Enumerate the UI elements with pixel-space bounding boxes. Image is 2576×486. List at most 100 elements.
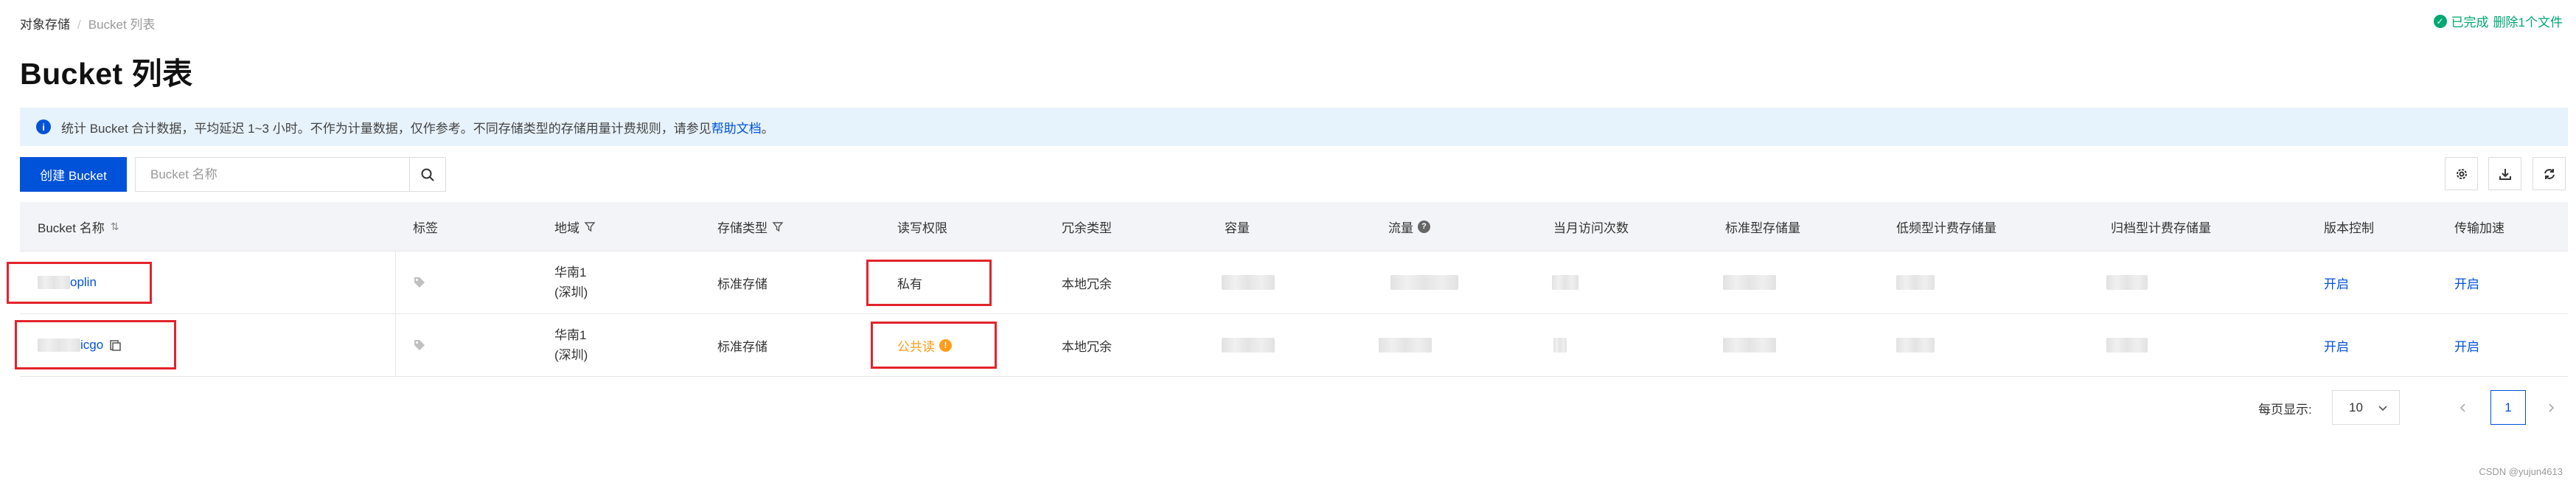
filter-icon[interactable] bbox=[584, 221, 596, 232]
column-traffic: 流量? bbox=[1388, 202, 1430, 251]
column-divider bbox=[395, 251, 396, 375]
help-icon[interactable]: ? bbox=[1418, 220, 1430, 233]
info-icon: i bbox=[36, 119, 51, 134]
info-notice: i 统计 Bucket 合计数据，平均延迟 1~3 小时。不作为计量数据，仅作参… bbox=[20, 108, 2568, 146]
infrequent-storage-cell bbox=[1896, 314, 1935, 376]
tag-button[interactable] bbox=[413, 314, 426, 376]
next-page-button[interactable] bbox=[2540, 390, 2562, 425]
acceleration-toggle[interactable]: 开启 bbox=[2454, 314, 2479, 376]
success-check-icon: ✓ bbox=[2433, 14, 2447, 28]
tag-icon bbox=[413, 276, 426, 289]
gear-icon bbox=[2456, 168, 2467, 179]
page-size-label: 每页显示: bbox=[2258, 403, 2312, 417]
acl-cell: 私有 bbox=[897, 277, 922, 291]
prev-page-button[interactable] bbox=[2452, 390, 2474, 425]
redacted-prefix bbox=[38, 339, 80, 352]
watermark: CSDN @yujun4613 bbox=[2479, 466, 2563, 477]
table-header: Bucket 名称 ⇅ 标签 地域 存储类型 读写权限 冗余类型 容量 流量? 当… bbox=[20, 202, 2568, 251]
help-doc-link[interactable]: 帮助文档 bbox=[711, 118, 762, 136]
breadcrumb: 对象存储 / Bucket 列表 bbox=[20, 14, 155, 32]
region-city: (深圳) bbox=[554, 348, 588, 362]
page-size-value: 10 bbox=[2349, 400, 2363, 414]
archive-storage-cell bbox=[2106, 251, 2148, 313]
bucket-table: Bucket 名称 ⇅ 标签 地域 存储类型 读写权限 冗余类型 容量 流量? 当… bbox=[20, 202, 2568, 377]
bucket-search-input[interactable] bbox=[136, 158, 409, 191]
filter-icon[interactable] bbox=[772, 221, 784, 232]
status-done-text: 已完成 bbox=[2451, 15, 2489, 29]
create-bucket-button[interactable]: 创建 Bucket bbox=[20, 157, 127, 192]
bucket-name-suffix: icgo bbox=[80, 338, 104, 352]
monthly-visits-cell bbox=[1552, 251, 1578, 313]
column-region-label: 地域 bbox=[554, 221, 579, 235]
search-box bbox=[135, 157, 446, 192]
bucket-name-link[interactable]: icgo bbox=[38, 314, 122, 376]
versioning-toggle[interactable]: 开启 bbox=[2324, 251, 2349, 313]
page-size-select[interactable]: 10 bbox=[2332, 390, 2400, 425]
chevron-left-icon bbox=[2460, 403, 2465, 412]
bucket-name-link[interactable]: oplin bbox=[38, 251, 97, 313]
column-redundancy: 冗余类型 bbox=[1062, 221, 1112, 235]
capacity-cell bbox=[1222, 251, 1275, 313]
region-name: 华南1 bbox=[554, 265, 587, 280]
column-traffic-label: 流量 bbox=[1388, 221, 1413, 235]
column-acl: 读写权限 bbox=[897, 221, 947, 235]
tag-icon bbox=[413, 339, 426, 352]
chevron-down-icon bbox=[2378, 405, 2387, 411]
table-row: icgo 华南1 (深圳) 标准存储 公共读! 本地冗余 开启 开启 bbox=[20, 314, 2568, 377]
storage-type-cell: 标准存储 bbox=[717, 277, 767, 291]
redacted-value bbox=[1222, 275, 1275, 290]
column-storage-type-label: 存储类型 bbox=[717, 221, 767, 235]
download-button[interactable] bbox=[2488, 157, 2521, 190]
redacted-value bbox=[1553, 338, 1567, 353]
column-monthly-visits: 当月访问次数 bbox=[1553, 221, 1629, 235]
notice-suffix: 。 bbox=[761, 121, 774, 136]
status-detail-text: 删除1个文件 bbox=[2493, 15, 2563, 29]
redundancy-cell: 本地冗余 bbox=[1062, 339, 1112, 354]
column-name-label: Bucket 名称 bbox=[38, 221, 105, 235]
download-icon bbox=[2499, 168, 2511, 180]
search-icon bbox=[421, 168, 434, 181]
acl-public-read-text: 公共读 bbox=[897, 339, 935, 354]
redacted-value bbox=[1896, 275, 1935, 290]
warning-icon[interactable]: ! bbox=[939, 339, 952, 352]
infrequent-storage-cell bbox=[1896, 251, 1935, 313]
sort-icon[interactable]: ⇅ bbox=[111, 221, 119, 233]
redacted-value bbox=[1896, 338, 1935, 353]
standard-storage-cell bbox=[1723, 251, 1776, 313]
redacted-value bbox=[1723, 275, 1776, 290]
tag-button[interactable] bbox=[413, 251, 426, 313]
redacted-value bbox=[2106, 338, 2148, 353]
breadcrumb-root[interactable]: 对象存储 bbox=[20, 18, 70, 32]
task-status[interactable]: ✓ 已完成 删除1个文件 bbox=[2433, 12, 2563, 30]
column-tags: 标签 bbox=[413, 221, 438, 235]
page-title: Bucket 列表 bbox=[20, 57, 193, 91]
column-region: 地域 bbox=[554, 202, 596, 251]
column-archive-storage: 归档型计费存储量 bbox=[2111, 221, 2211, 235]
bucket-name-suffix: oplin bbox=[70, 275, 97, 289]
redacted-value bbox=[1390, 275, 1458, 290]
copy-icon[interactable] bbox=[109, 339, 122, 352]
monthly-visits-cell bbox=[1553, 314, 1567, 376]
acceleration-toggle[interactable]: 开启 bbox=[2454, 251, 2479, 313]
column-acceleration: 传输加速 bbox=[2454, 221, 2504, 235]
page-button-current[interactable]: 1 bbox=[2490, 390, 2526, 425]
refresh-button[interactable] bbox=[2533, 157, 2566, 190]
redacted-value bbox=[1379, 338, 1432, 353]
notice-text: 统计 Bucket 合计数据，平均延迟 1~3 小时。不作为计量数据，仅作参考。… bbox=[61, 121, 711, 136]
archive-storage-cell bbox=[2106, 314, 2148, 376]
column-name[interactable]: Bucket 名称 ⇅ bbox=[38, 202, 119, 251]
settings-button[interactable] bbox=[2445, 157, 2478, 190]
refresh-icon bbox=[2544, 168, 2555, 179]
redacted-value bbox=[1552, 275, 1578, 290]
versioning-toggle[interactable]: 开启 bbox=[2324, 314, 2349, 376]
acl-cell: 公共读! bbox=[897, 314, 952, 376]
redundancy-cell: 本地冗余 bbox=[1062, 277, 1112, 291]
column-capacity: 容量 bbox=[1225, 221, 1250, 235]
breadcrumb-current: Bucket 列表 bbox=[88, 18, 156, 32]
capacity-cell bbox=[1222, 314, 1275, 376]
column-storage-type: 存储类型 bbox=[717, 202, 784, 251]
standard-storage-cell bbox=[1723, 314, 1776, 376]
table-row: oplin 华南1 (深圳) 标准存储 私有 本地冗余 开启 开启 bbox=[20, 251, 2568, 314]
search-button[interactable] bbox=[409, 158, 445, 191]
redacted-value bbox=[1723, 338, 1776, 353]
